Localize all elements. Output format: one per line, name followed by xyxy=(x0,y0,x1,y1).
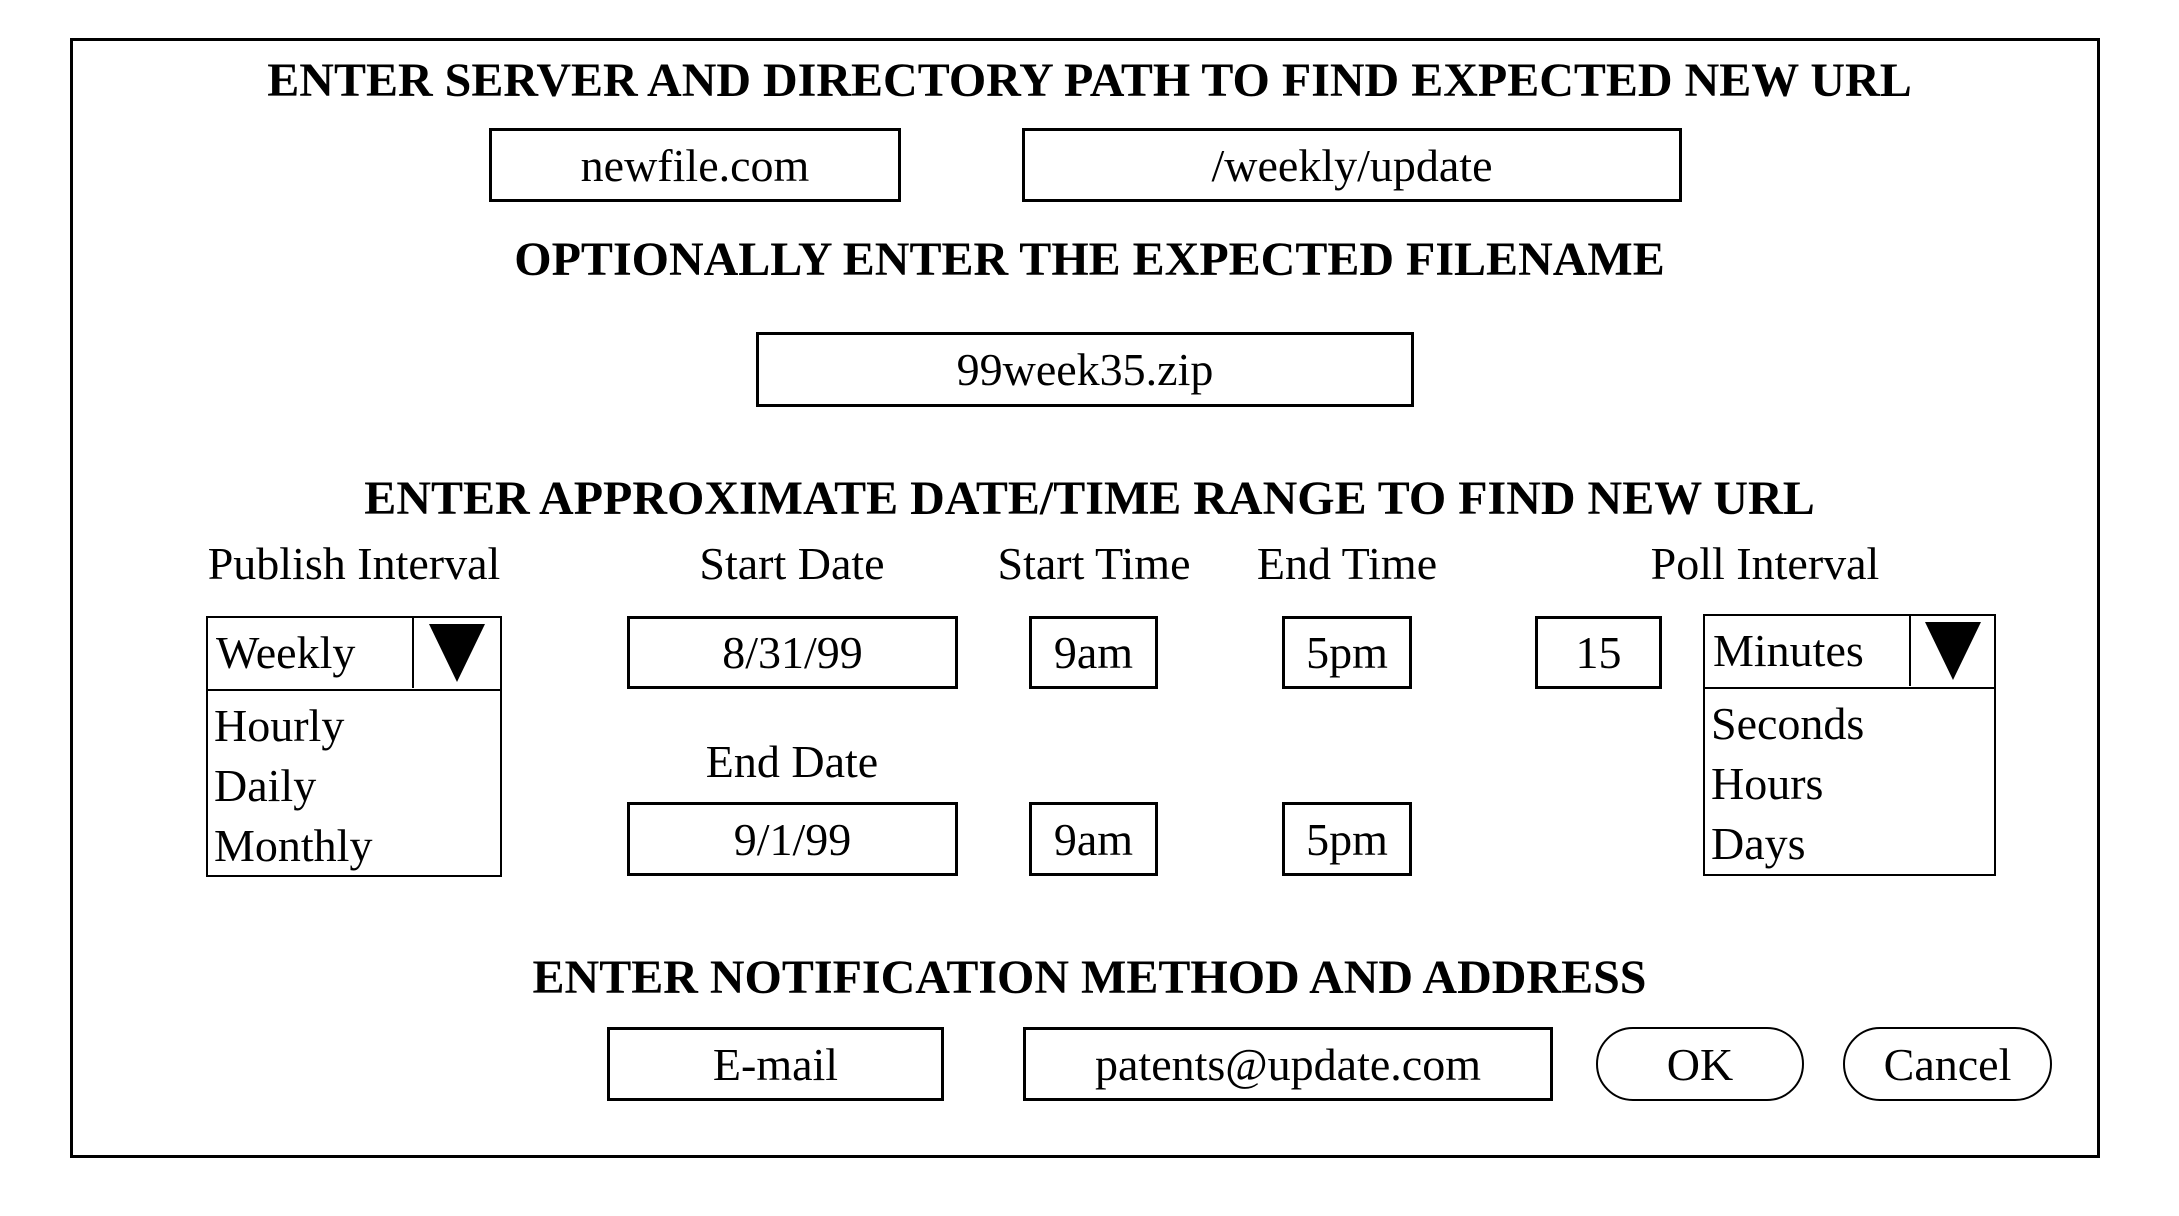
poll-interval-value: 15 xyxy=(1575,627,1622,678)
notification-address-input[interactable]: patents@update.com xyxy=(1023,1027,1553,1101)
start-time-value: 9am xyxy=(1053,627,1134,678)
end-time-label: End Time xyxy=(1256,538,1438,589)
publish-interval-option[interactable]: Daily xyxy=(214,756,372,816)
triangle-down-icon xyxy=(1924,622,1981,680)
start-date-value: 8/31/99 xyxy=(722,627,863,678)
publish-interval-toggle[interactable] xyxy=(412,618,500,688)
notification-method-value: E-mail xyxy=(712,1038,839,1090)
end-date-start-time-value: 9am xyxy=(1053,813,1134,865)
ok-button-label: OK xyxy=(1666,1038,1734,1090)
filename-input[interactable]: 99week35.zip xyxy=(756,332,1414,407)
poll-unit-dropdown[interactable]: Minutes Seconds Hours Days xyxy=(1703,614,1996,876)
publish-interval-options: Hourly Daily Monthly xyxy=(214,696,372,876)
date-range-title: ENTER APPROXIMATE DATE/TIME RANGE TO FIN… xyxy=(364,472,1815,525)
ok-button[interactable]: OK xyxy=(1596,1027,1804,1101)
start-time-label: Start Time xyxy=(997,538,1191,589)
poll-unit-option[interactable]: Seconds xyxy=(1711,694,1864,754)
end-date-label: End Date xyxy=(705,736,879,787)
filename-value: 99week35.zip xyxy=(956,344,1214,395)
poll-unit-toggle[interactable] xyxy=(1909,616,1994,686)
notification-title: ENTER NOTIFICATION METHOD AND ADDRESS xyxy=(532,951,1647,1004)
poll-unit-option[interactable]: Hours xyxy=(1711,754,1864,814)
server-path-title: ENTER SERVER AND DIRECTORY PATH TO FIND … xyxy=(267,54,1912,107)
end-time-value: 5pm xyxy=(1306,627,1388,678)
end-date-input[interactable]: 9/1/99 xyxy=(627,802,958,876)
directory-path-input[interactable]: /weekly/update xyxy=(1022,128,1682,202)
end-date-value: 9/1/99 xyxy=(733,813,852,865)
cancel-button[interactable]: Cancel xyxy=(1843,1027,2052,1101)
end-date-end-time-value: 5pm xyxy=(1306,813,1388,865)
poll-unit-selected[interactable]: Minutes xyxy=(1705,616,1994,689)
start-date-label: Start Date xyxy=(699,538,885,589)
start-time-input[interactable]: 9am xyxy=(1029,616,1158,689)
poll-unit-value: Minutes xyxy=(1713,625,1864,676)
publish-interval-option[interactable]: Monthly xyxy=(214,816,372,876)
server-input[interactable]: newfile.com xyxy=(489,128,901,202)
directory-path-value: /weekly/update xyxy=(1211,139,1493,191)
end-date-start-time-input[interactable]: 9am xyxy=(1029,802,1158,876)
filename-title: OPTIONALLY ENTER THE EXPECTED FILENAME xyxy=(514,233,1665,286)
poll-unit-option[interactable]: Days xyxy=(1711,814,1864,874)
publish-interval-selected[interactable]: Weekly xyxy=(208,618,500,691)
publish-interval-label: Publish Interval xyxy=(207,538,501,589)
start-date-input[interactable]: 8/31/99 xyxy=(627,616,958,689)
poll-interval-input[interactable]: 15 xyxy=(1535,616,1662,689)
end-time-input[interactable]: 5pm xyxy=(1282,616,1412,689)
publish-interval-value: Weekly xyxy=(216,627,356,678)
poll-interval-label: Poll Interval xyxy=(1650,538,1880,589)
notification-address-value: patents@update.com xyxy=(1095,1038,1481,1090)
server-input-value: newfile.com xyxy=(580,139,810,191)
end-date-end-time-input[interactable]: 5pm xyxy=(1282,802,1412,876)
notification-method-input[interactable]: E-mail xyxy=(607,1027,944,1101)
publish-interval-option[interactable]: Hourly xyxy=(214,696,372,756)
cancel-button-label: Cancel xyxy=(1883,1038,2012,1090)
poll-unit-options: Seconds Hours Days xyxy=(1711,694,1864,874)
publish-interval-dropdown[interactable]: Weekly Hourly Daily Monthly xyxy=(206,616,502,877)
triangle-down-icon xyxy=(429,624,485,682)
